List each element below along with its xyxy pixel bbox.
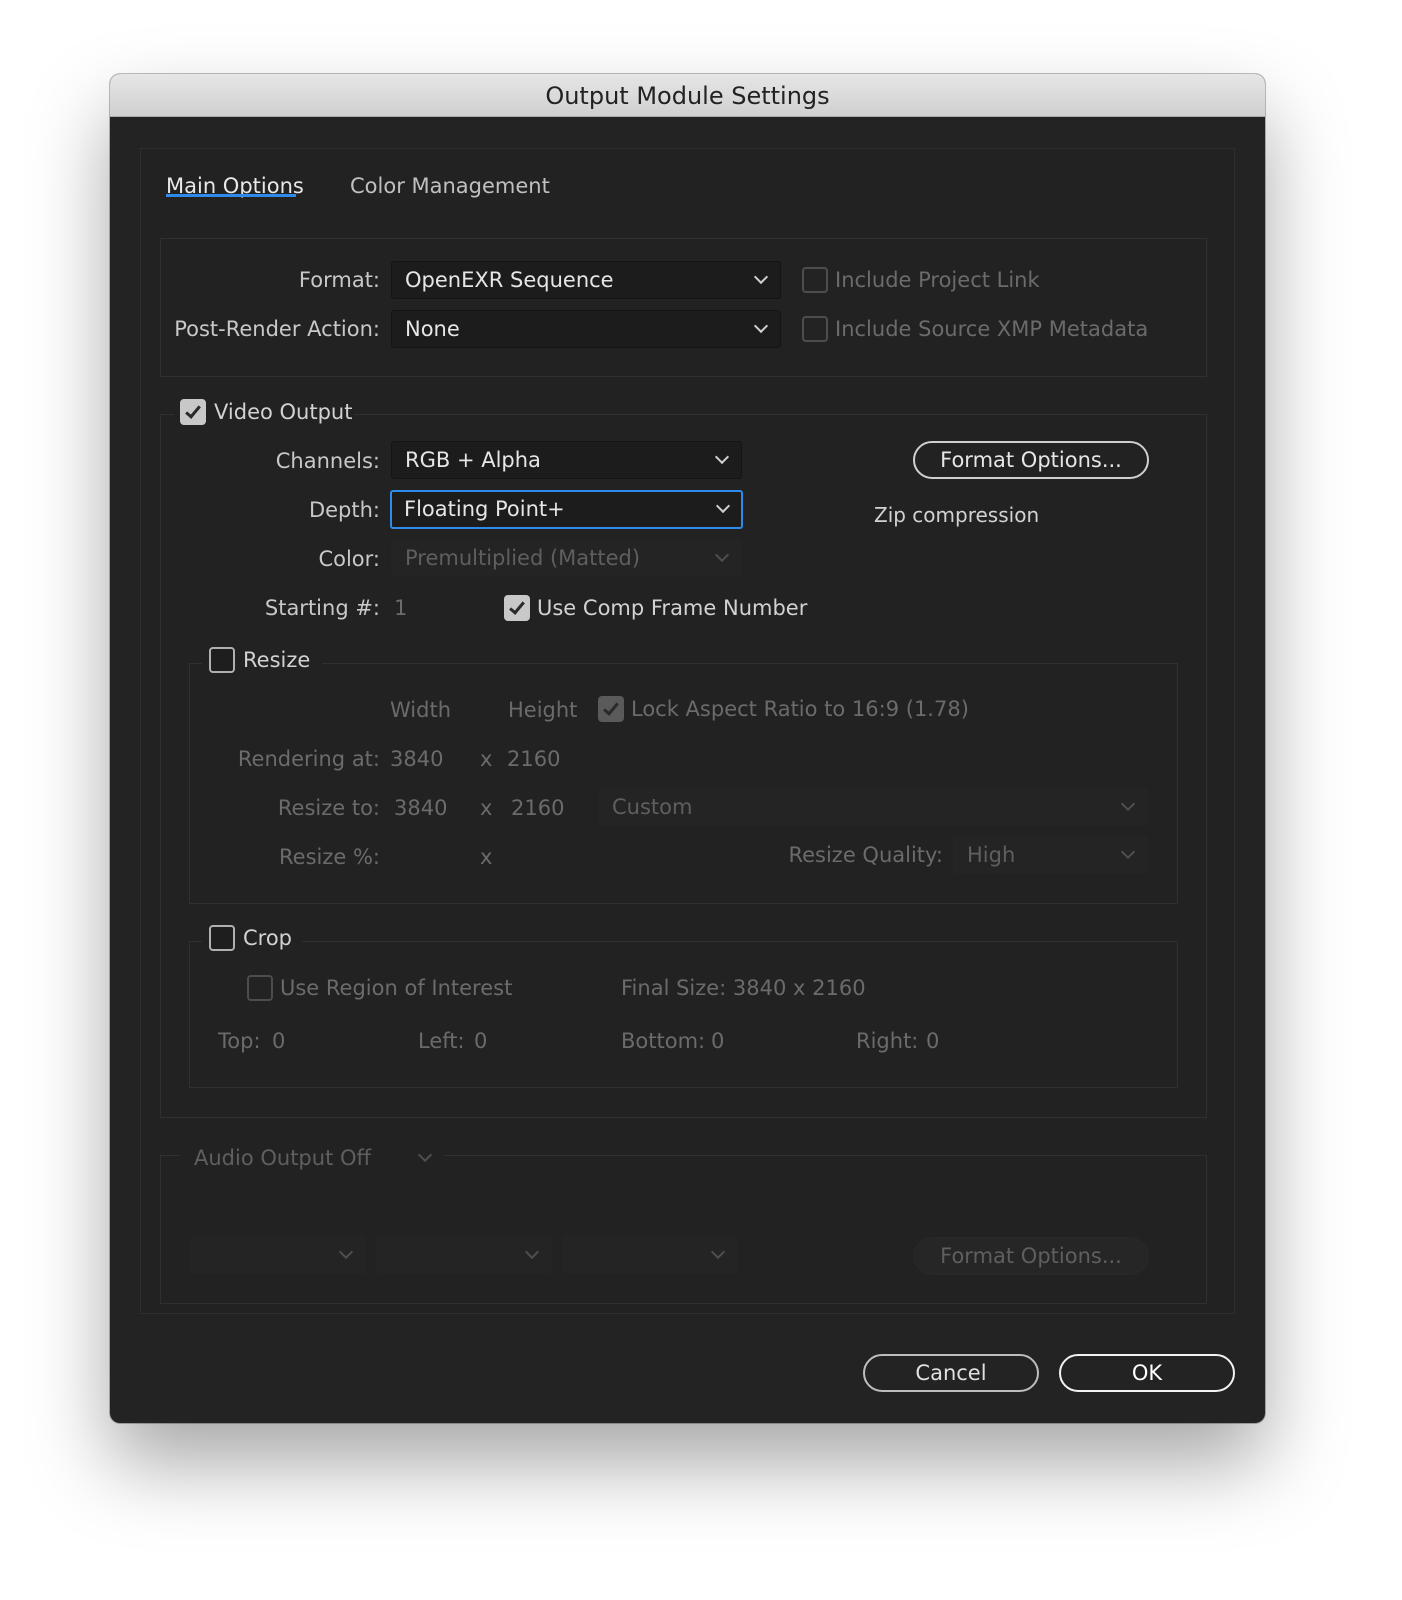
include-project-link-label: Include Project Link bbox=[835, 268, 1040, 292]
checkmark-icon bbox=[603, 699, 619, 716]
depth-label: Depth: bbox=[308, 498, 380, 522]
video-output-checkbox[interactable] bbox=[180, 399, 206, 425]
chevron-down-icon bbox=[714, 547, 730, 563]
crop-top-field[interactable]: 0 bbox=[272, 1029, 285, 1053]
resize-to-x: x bbox=[480, 796, 493, 820]
chevron-down-icon bbox=[714, 449, 730, 465]
crop-left-label: Left: bbox=[418, 1029, 465, 1053]
audio-bits-select[interactable] bbox=[376, 1236, 552, 1274]
chevron-down-icon bbox=[338, 1244, 354, 1260]
resize-quality-select[interactable]: High bbox=[953, 836, 1148, 874]
depth-value: Floating Point+ bbox=[404, 497, 565, 521]
format-value: OpenEXR Sequence bbox=[405, 268, 614, 292]
crop-label: Crop bbox=[243, 926, 293, 950]
video-output-label: Video Output bbox=[214, 400, 353, 424]
crop-bottom-field[interactable]: 0 bbox=[711, 1029, 724, 1053]
include-xmp-checkbox[interactable] bbox=[802, 316, 828, 342]
starting-number-label: Starting #: bbox=[264, 596, 380, 620]
resize-width-field[interactable]: 3840 bbox=[394, 796, 447, 820]
color-value: Premultiplied (Matted) bbox=[405, 546, 641, 570]
chevron-down-icon bbox=[715, 498, 731, 514]
format-label: Format: bbox=[298, 268, 380, 292]
resize-quality-label: Resize Quality: bbox=[788, 843, 943, 867]
resize-label: Resize bbox=[243, 648, 311, 672]
final-size-text: Final Size: 3840 x 2160 bbox=[621, 976, 866, 1000]
crop-group bbox=[189, 941, 1178, 1088]
audio-channels-select[interactable] bbox=[562, 1236, 738, 1274]
window-title: Output Module Settings bbox=[110, 74, 1265, 117]
audio-group bbox=[160, 1155, 1207, 1304]
depth-select[interactable]: Floating Point+ bbox=[390, 490, 743, 529]
chevron-down-icon bbox=[710, 1244, 726, 1260]
chevron-down-icon bbox=[1120, 796, 1136, 812]
resize-percent-x: x bbox=[480, 845, 493, 869]
resize-height-field[interactable]: 2160 bbox=[511, 796, 564, 820]
crop-right-field[interactable]: 0 bbox=[926, 1029, 939, 1053]
crop-left-field[interactable]: 0 bbox=[474, 1029, 487, 1053]
output-module-dialog: Output Module Settings Main Options Colo… bbox=[110, 74, 1265, 1423]
crop-top-label: Top: bbox=[218, 1029, 261, 1053]
resize-to-label: Resize to: bbox=[277, 796, 380, 820]
color-label: Color: bbox=[318, 547, 380, 571]
channels-select[interactable]: RGB + Alpha bbox=[391, 441, 742, 479]
checkmark-icon bbox=[185, 402, 201, 419]
chevron-down-icon bbox=[753, 318, 769, 334]
compression-info: Zip compression bbox=[874, 503, 1040, 527]
resize-preset-value: Custom bbox=[612, 795, 693, 819]
post-render-select[interactable]: None bbox=[391, 310, 781, 348]
lock-aspect-checkbox[interactable] bbox=[598, 696, 624, 722]
width-header: Width bbox=[390, 698, 452, 722]
crop-right-label: Right: bbox=[856, 1029, 919, 1053]
rendering-height: 2160 bbox=[507, 747, 561, 771]
ok-button[interactable]: OK bbox=[1059, 1354, 1235, 1392]
lock-aspect-label: Lock Aspect Ratio to 16:9 (1.78) bbox=[631, 697, 969, 721]
use-roi-label: Use Region of Interest bbox=[280, 976, 513, 1000]
channels-label: Channels: bbox=[275, 449, 380, 473]
audio-rate-select[interactable] bbox=[189, 1236, 366, 1274]
format-options-button[interactable]: Format Options... bbox=[913, 441, 1149, 479]
use-roi-checkbox[interactable] bbox=[247, 975, 273, 1001]
audio-output-value: Audio Output Off bbox=[194, 1146, 371, 1170]
channels-value: RGB + Alpha bbox=[405, 448, 541, 472]
starting-number-field[interactable]: 1 bbox=[394, 596, 407, 620]
rendering-at-label: Rendering at: bbox=[237, 747, 380, 771]
use-comp-frame-checkbox[interactable] bbox=[504, 595, 530, 621]
tab-color-management[interactable]: Color Management bbox=[350, 174, 550, 198]
post-render-label: Post-Render Action: bbox=[174, 317, 380, 341]
cancel-button[interactable]: Cancel bbox=[863, 1354, 1039, 1392]
rendering-x: x bbox=[480, 747, 493, 771]
resize-percent-label: Resize %: bbox=[279, 845, 380, 869]
crop-bottom-label: Bottom: bbox=[621, 1029, 706, 1053]
chevron-down-icon bbox=[417, 1147, 433, 1163]
active-tab-indicator bbox=[166, 194, 296, 197]
format-select[interactable]: OpenEXR Sequence bbox=[391, 261, 781, 299]
general-group bbox=[160, 238, 1207, 377]
chevron-down-icon bbox=[753, 269, 769, 285]
height-header: Height bbox=[508, 698, 578, 722]
crop-checkbox[interactable] bbox=[209, 925, 235, 951]
chevron-down-icon bbox=[1120, 844, 1136, 860]
audio-format-options-button[interactable]: Format Options... bbox=[913, 1237, 1149, 1275]
rendering-width: 3840 bbox=[390, 747, 444, 771]
use-comp-frame-label: Use Comp Frame Number bbox=[537, 596, 808, 620]
chevron-down-icon bbox=[524, 1244, 540, 1260]
include-xmp-label: Include Source XMP Metadata bbox=[835, 317, 1149, 341]
color-select[interactable]: Premultiplied (Matted) bbox=[391, 539, 742, 577]
resize-preset-select[interactable]: Custom bbox=[598, 788, 1148, 826]
checkmark-icon bbox=[509, 598, 525, 615]
resize-quality-value: High bbox=[967, 843, 1016, 867]
audio-output-select[interactable]: Audio Output Off bbox=[180, 1139, 445, 1177]
post-render-value: None bbox=[405, 317, 460, 341]
resize-checkbox[interactable] bbox=[209, 647, 235, 673]
include-project-link-checkbox[interactable] bbox=[802, 267, 828, 293]
